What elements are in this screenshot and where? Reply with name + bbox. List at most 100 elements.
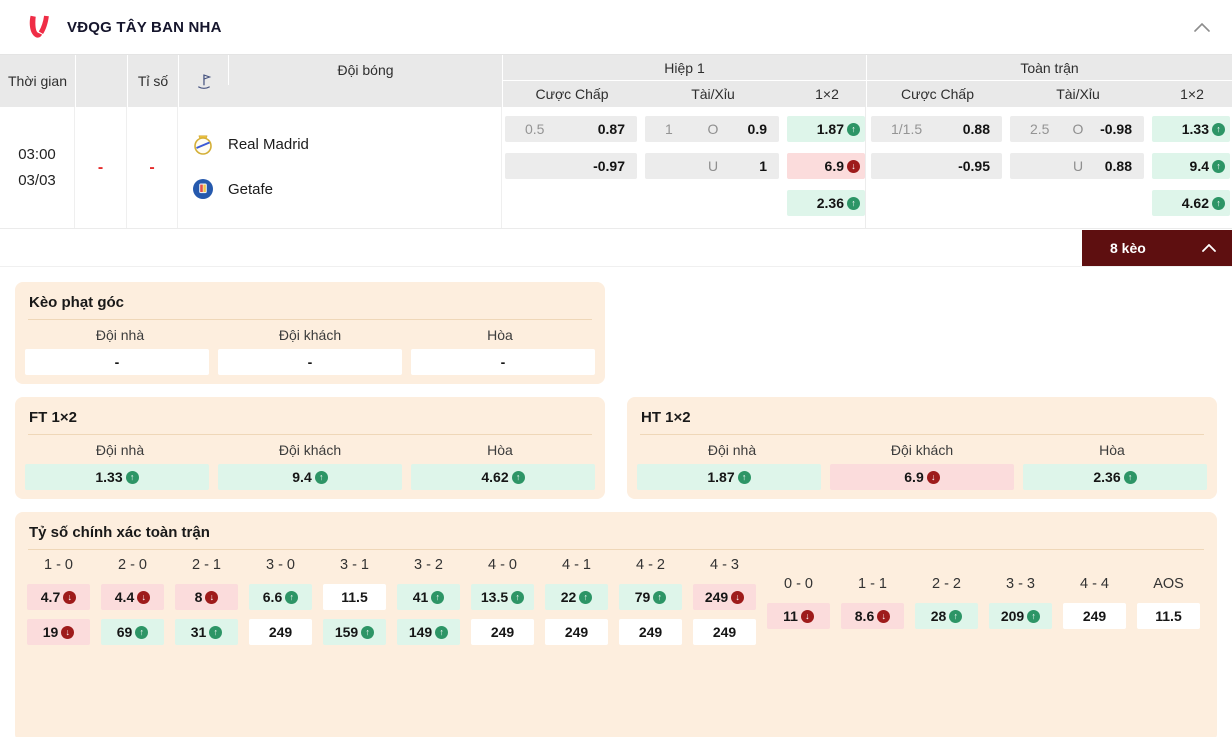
score-odds-cell[interactable]: 11 ↓ — [767, 603, 830, 629]
x12-col-label: 1×2 — [815, 86, 839, 102]
full-match-label: Toàn trận — [867, 55, 1232, 81]
trend-up-icon: ↑ — [361, 625, 375, 639]
score-odds-cell[interactable]: 19 ↓ — [27, 619, 90, 645]
handicap-col-label: Cược Chấp — [535, 86, 609, 102]
score-odds-cell[interactable]: 249 — [1063, 603, 1126, 629]
group-full-match-header: Toàn trận Cược Chấp Tài/Xỉu 1×2 — [866, 55, 1232, 107]
score-odds-cell[interactable]: 249 — [545, 619, 608, 645]
h1-handicap-away-cell[interactable]: -0.97 — [505, 153, 637, 179]
col-team-header: Đội bóng — [228, 55, 502, 85]
ht-away-odds-cell[interactable]: 6.9 ↓ — [830, 464, 1014, 490]
score-odds-cell[interactable]: 4.7 ↓ — [27, 584, 90, 610]
score-odds-cell[interactable]: 149 ↑ — [397, 619, 460, 645]
score-odds-cell[interactable]: 159 ↑ — [323, 619, 386, 645]
score-odds-cell[interactable]: 13.5 ↑ — [471, 584, 534, 610]
score-odds-cell[interactable]: 11.5 — [323, 584, 386, 610]
corner-away-cell[interactable]: - — [218, 349, 402, 375]
ft-home-odds-cell[interactable]: 1.33 ↑ — [25, 464, 209, 490]
collapse-league-icon[interactable] — [1194, 22, 1210, 32]
ft-1x2-draw-cell[interactable]: 4.62 ↑ — [1152, 190, 1230, 216]
score-odds-cell[interactable]: 22 ↑ — [545, 584, 608, 610]
score-column: 4 - 2 79 ↑ 249 — [619, 557, 682, 654]
col-blank-header — [75, 55, 127, 107]
more-odds-button[interactable]: 8 kèo — [1082, 230, 1232, 266]
over-under-col-label: Tài/Xỉu — [691, 86, 735, 102]
trend-up-icon: ↑ — [1212, 122, 1225, 136]
ft-handicap-home-cell[interactable]: 1/1.5 0.88 — [871, 116, 1002, 142]
corner-draw-cell[interactable]: - — [411, 349, 595, 375]
chevron-up-icon — [1202, 244, 1216, 252]
x12-col-label: 1×2 — [1180, 86, 1204, 102]
score-odds-cell[interactable]: 249 ↓ — [693, 584, 756, 610]
h1-1x2-away-cell[interactable]: 6.9 ↓ — [787, 153, 865, 179]
score-odds-cell[interactable]: 69 ↑ — [101, 619, 164, 645]
score-odds-cell[interactable]: 249 — [249, 619, 312, 645]
ht-draw-odds-cell[interactable]: 2.36 ↑ — [1023, 464, 1207, 490]
correct-score-panel: Tỷ số chính xác toàn trận 1 - 0 4.7 ↓ 19 ↓… — [15, 512, 1217, 737]
more-odds-bar: 8 kèo — [0, 229, 1232, 267]
trend-up-icon: ↑ — [737, 470, 751, 484]
trend-down-icon: ↓ — [137, 590, 151, 604]
score-odds-cell[interactable]: 79 ↑ — [619, 584, 682, 610]
draw-score-column: 3 - 3 209 ↑ — [989, 557, 1052, 654]
away-col-label: Đội khách — [278, 327, 342, 343]
trend-up-icon: ↑ — [135, 625, 149, 639]
laliga-logo-icon — [24, 12, 54, 42]
score-odds-cell[interactable]: 28 ↑ — [915, 603, 978, 629]
h1-under-cell[interactable]: U1 — [645, 153, 779, 179]
h1-1x2-draw-cell[interactable]: 2.36 ↑ — [787, 190, 865, 216]
score-odds-cell[interactable]: 11.5 — [1137, 603, 1200, 629]
h1-handicap-home-cell[interactable]: 0.5 0.87 — [505, 116, 637, 142]
ft-handicap-away-cell[interactable]: -0.95 — [871, 153, 1002, 179]
corner-odds-panel: Kèo phạt góc Đội nhà Đội khách Hòa - - - — [15, 282, 605, 384]
score-odds-cell[interactable]: 31 ↑ — [175, 619, 238, 645]
ht-1x2-panel: HT 1×2 Đội nhà Đội khách Hòa 1.87 ↑ 6.9 ↓ … — [627, 397, 1217, 499]
score-odds-cell[interactable]: 8 ↓ — [175, 584, 238, 610]
score-odds-cell[interactable]: 209 ↑ — [989, 603, 1052, 629]
h1-1x2-home-cell[interactable]: 1.87 ↑ — [787, 116, 865, 142]
col-score-header: Tỉ số — [127, 55, 178, 107]
home-col-label: Đội nhà — [95, 442, 145, 458]
score-odds-cell[interactable]: 4.4 ↓ — [101, 584, 164, 610]
ft-away-odds-cell[interactable]: 9.4 ↑ — [218, 464, 402, 490]
away-col-label: Đội khách — [890, 442, 954, 458]
match-row: 03:00 03/03 - - Real Madrid Getafe 0.5 0… — [0, 107, 1232, 229]
away-team-row[interactable]: Getafe — [178, 174, 501, 204]
trend-up-icon: ↑ — [1123, 470, 1137, 484]
ft-1x2-away-cell[interactable]: 9.4 ↑ — [1152, 153, 1230, 179]
trend-up-icon: ↑ — [1212, 196, 1225, 210]
ft-draw-odds-cell[interactable]: 4.62 ↑ — [411, 464, 595, 490]
real-madrid-crest-icon — [178, 133, 228, 155]
trend-up-icon: ↑ — [314, 470, 328, 484]
ft-1x2-panel: FT 1×2 Đội nhà Đội khách Hòa 1.33 ↑ 9.4 ↑ … — [15, 397, 605, 499]
score-odds-cell[interactable]: 6.6 ↑ — [249, 584, 312, 610]
score-odds-cell[interactable]: 8.6 ↓ — [841, 603, 904, 629]
score-column: 3 - 1 11.5 159 ↑ — [323, 557, 386, 654]
ht-home-odds-cell[interactable]: 1.87 ↑ — [637, 464, 821, 490]
ft-panel-title: FT 1×2 — [29, 409, 77, 426]
score-odds-cell[interactable]: 41 ↑ — [397, 584, 460, 610]
trend-up-icon: ↑ — [435, 625, 449, 639]
score-odds-cell[interactable]: 249 — [693, 619, 756, 645]
score-odds-cell[interactable]: 249 — [471, 619, 534, 645]
ft-under-cell[interactable]: U 0.88 — [1010, 153, 1144, 179]
h1-over-cell[interactable]: 1 O 0.9 — [645, 116, 779, 142]
trend-up-icon: ↑ — [847, 122, 860, 136]
ft-over-cell[interactable]: 2.5 O -0.98 — [1010, 116, 1144, 142]
trend-down-icon: ↓ — [63, 590, 77, 604]
trend-up-icon: ↑ — [949, 609, 963, 623]
ft-1x2-home-cell[interactable]: 1.33 ↑ — [1152, 116, 1230, 142]
trend-up-icon: ↑ — [285, 590, 299, 604]
score-column: 4 - 0 13.5 ↑ 249 — [471, 557, 534, 654]
corner-home-cell[interactable]: - — [25, 349, 209, 375]
trend-up-icon: ↑ — [1212, 159, 1225, 173]
score-odds-cell[interactable]: 249 — [619, 619, 682, 645]
home-team-name: Real Madrid — [228, 135, 309, 153]
league-header: VĐQG TÂY BAN NHA — [0, 0, 1232, 55]
trend-up-icon: ↑ — [209, 625, 223, 639]
ht-panel-title: HT 1×2 — [641, 409, 691, 426]
draw-score-column: 4 - 4 249 — [1063, 557, 1126, 654]
score-column: 4 - 3 249 ↓ 249 — [693, 557, 756, 654]
home-team-row[interactable]: Real Madrid — [178, 129, 501, 159]
away-col-label: Đội khách — [278, 442, 342, 458]
